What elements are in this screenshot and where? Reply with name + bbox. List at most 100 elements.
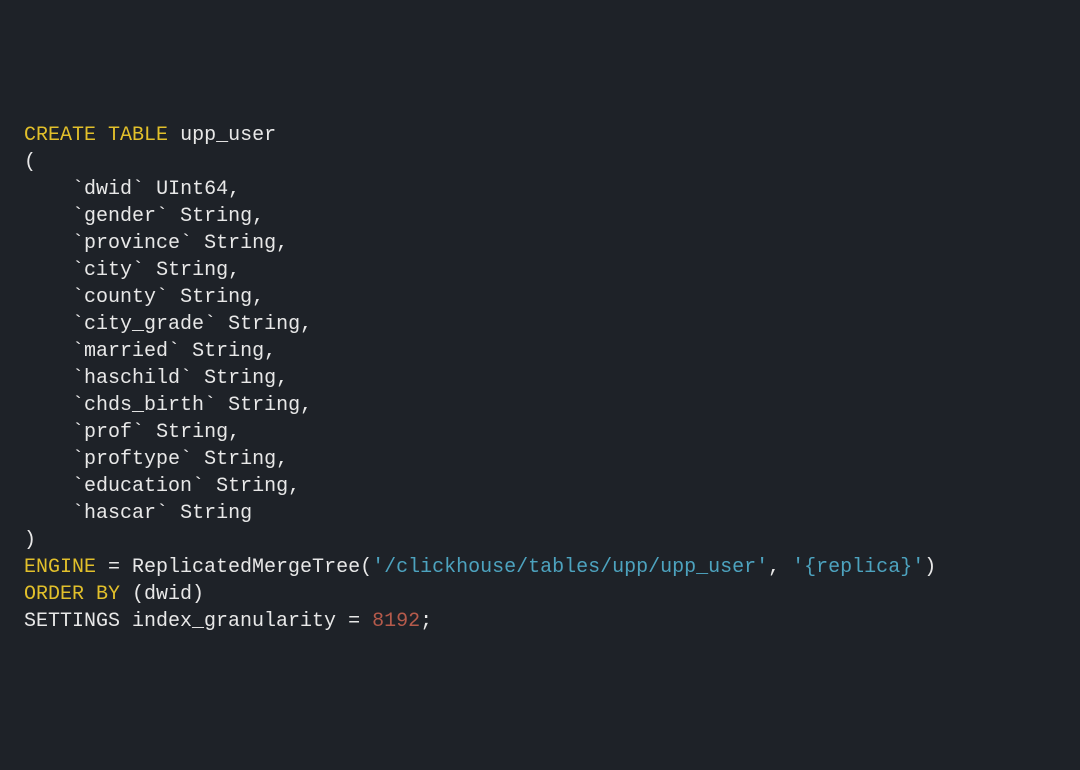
backtick: ` xyxy=(132,259,144,282)
column-def: `city_grade` String, xyxy=(24,311,1056,338)
column-type: String xyxy=(204,232,276,255)
backtick: ` xyxy=(156,502,168,525)
column-def: `province` String, xyxy=(24,230,1056,257)
backtick: ` xyxy=(180,232,192,255)
backtick: ` xyxy=(204,313,216,336)
string-literal: '/clickhouse/tables/upp/upp_user' xyxy=(372,556,768,579)
backtick: ` xyxy=(72,340,84,363)
comma: , xyxy=(252,286,264,309)
backtick: ` xyxy=(72,259,84,282)
open-paren: ( xyxy=(24,151,36,174)
engine-function: ReplicatedMergeTree( xyxy=(132,556,372,579)
close-paren: ) xyxy=(24,529,36,552)
backtick: ` xyxy=(72,448,84,471)
comma: , xyxy=(276,367,288,390)
keyword-order: ORDER xyxy=(24,583,84,606)
column-name: province xyxy=(84,232,180,255)
backtick: ` xyxy=(72,421,84,444)
string-literal: '{replica}' xyxy=(792,556,924,579)
column-def: `prof` String, xyxy=(24,419,1056,446)
column-type: String xyxy=(204,367,276,390)
column-def: `city` String, xyxy=(24,257,1056,284)
column-def: `dwid` UInt64, xyxy=(24,176,1056,203)
column-def: `chds_birth` String, xyxy=(24,392,1056,419)
backtick: ` xyxy=(156,286,168,309)
backtick: ` xyxy=(180,367,192,390)
column-name: dwid xyxy=(84,178,132,201)
column-type: String xyxy=(228,394,300,417)
table-name: upp_user xyxy=(168,124,276,147)
comma: , xyxy=(228,421,240,444)
code-line: CREATE TABLE upp_user xyxy=(24,122,1056,149)
column-type: String xyxy=(180,205,252,228)
column-type: String xyxy=(156,421,228,444)
comma: , xyxy=(228,178,240,201)
backtick: ` xyxy=(72,475,84,498)
column-type: String xyxy=(216,475,288,498)
backtick: ` xyxy=(132,421,144,444)
comma: , xyxy=(228,259,240,282)
keyword-create: CREATE xyxy=(24,124,96,147)
number-literal: 8192 xyxy=(372,610,420,633)
backtick: ` xyxy=(72,205,84,228)
code-block: CREATE TABLE upp_user( `dwid` UInt64, `g… xyxy=(24,122,1056,635)
column-def: `hascar` String xyxy=(24,500,1056,527)
column-def: `proftype` String, xyxy=(24,446,1056,473)
column-name: chds_birth xyxy=(84,394,204,417)
column-def: `married` String, xyxy=(24,338,1056,365)
comma: , xyxy=(252,205,264,228)
comma: , xyxy=(300,394,312,417)
backtick: ` xyxy=(72,367,84,390)
column-type: String xyxy=(204,448,276,471)
column-name: married xyxy=(84,340,168,363)
code-line: SETTINGS index_granularity = 8192; xyxy=(24,608,1056,635)
keyword-settings: SETTINGS xyxy=(24,610,120,633)
close-paren: ) xyxy=(924,556,936,579)
column-def: `haschild` String, xyxy=(24,365,1056,392)
column-def: `education` String, xyxy=(24,473,1056,500)
keyword-by: BY xyxy=(84,583,120,606)
column-def: `gender` String, xyxy=(24,203,1056,230)
comma: , xyxy=(300,313,312,336)
column-name: prof xyxy=(84,421,132,444)
column-name: haschild xyxy=(84,367,180,390)
column-type: String xyxy=(228,313,300,336)
comma: , xyxy=(264,340,276,363)
column-name: county xyxy=(84,286,156,309)
column-type: String xyxy=(180,502,252,525)
backtick: ` xyxy=(204,394,216,417)
column-name: hascar xyxy=(84,502,156,525)
backtick: ` xyxy=(132,178,144,201)
backtick: ` xyxy=(72,313,84,336)
backtick: ` xyxy=(72,394,84,417)
comma: , xyxy=(276,448,288,471)
code-line: ORDER BY (dwid) xyxy=(24,581,1056,608)
keyword-table: TABLE xyxy=(96,124,168,147)
equals: = xyxy=(348,610,372,633)
column-def: `county` String, xyxy=(24,284,1056,311)
keyword-engine: ENGINE xyxy=(24,556,96,579)
equals: = xyxy=(96,556,132,579)
backtick: ` xyxy=(72,286,84,309)
backtick: ` xyxy=(180,448,192,471)
backtick: ` xyxy=(168,340,180,363)
backtick: ` xyxy=(72,232,84,255)
semicolon: ; xyxy=(420,610,432,633)
column-name: gender xyxy=(84,205,156,228)
column-type: UInt64 xyxy=(156,178,228,201)
column-type: String xyxy=(192,340,264,363)
column-name: proftype xyxy=(84,448,180,471)
comma: , xyxy=(768,556,792,579)
column-type: String xyxy=(180,286,252,309)
backtick: ` xyxy=(72,502,84,525)
backtick: ` xyxy=(156,205,168,228)
setting-name: index_granularity xyxy=(120,610,348,633)
code-line: ( xyxy=(24,149,1056,176)
column-name: education xyxy=(84,475,192,498)
backtick: ` xyxy=(72,178,84,201)
code-line: ENGINE = ReplicatedMergeTree('/clickhous… xyxy=(24,554,1056,581)
code-line: ) xyxy=(24,527,1056,554)
column-type: String xyxy=(156,259,228,282)
backtick: ` xyxy=(192,475,204,498)
order-expr: (dwid) xyxy=(120,583,204,606)
